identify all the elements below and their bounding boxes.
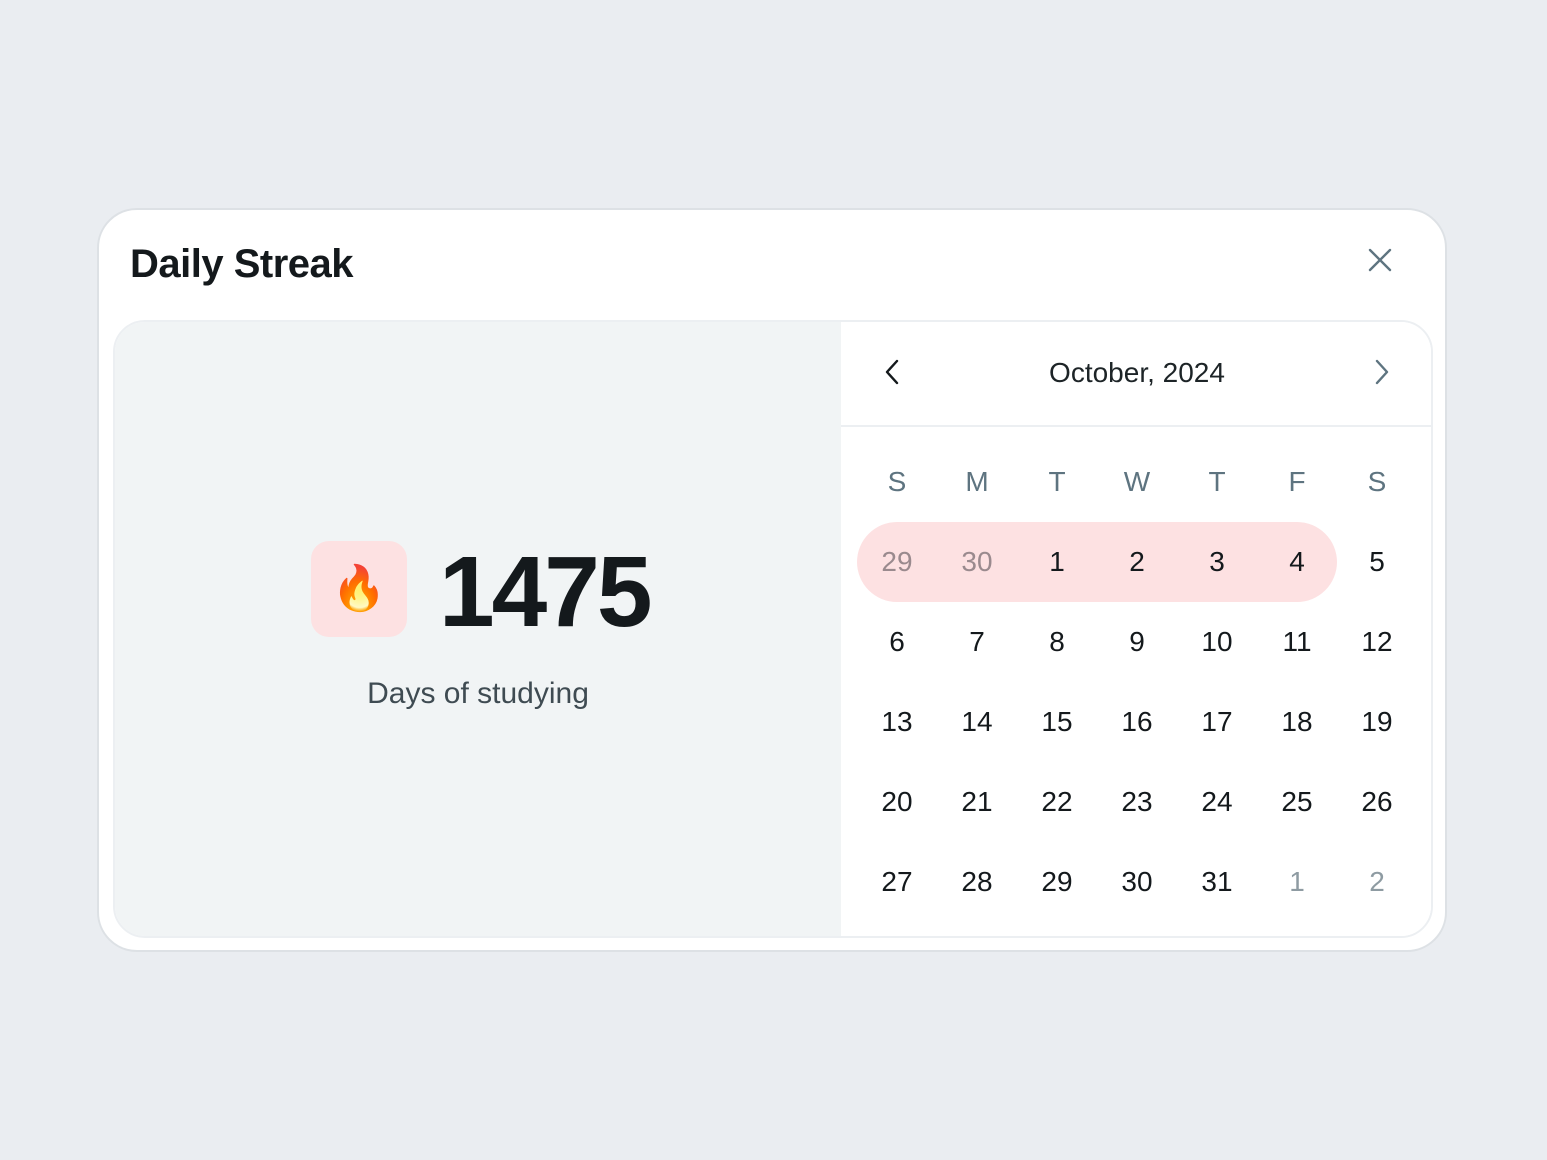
calendar-day[interactable]: 27 bbox=[857, 842, 937, 922]
calendar-day[interactable]: 26 bbox=[1337, 762, 1417, 842]
calendar-day[interactable]: 17 bbox=[1177, 682, 1257, 762]
calendar-day[interactable]: 16 bbox=[1097, 682, 1177, 762]
calendar-day[interactable]: 11 bbox=[1257, 602, 1337, 682]
calendar-day[interactable]: 24 bbox=[1177, 762, 1257, 842]
calendar-day[interactable]: 3 bbox=[1177, 522, 1257, 602]
calendar-day[interactable]: 8 bbox=[1017, 602, 1097, 682]
calendar-day[interactable]: 6 bbox=[857, 602, 937, 682]
modal-title: Daily Streak bbox=[130, 242, 354, 286]
calendar-day[interactable]: 14 bbox=[937, 682, 1017, 762]
weekday-label: M bbox=[965, 466, 989, 497]
weekday-label: S bbox=[887, 466, 907, 497]
calendar-day-outside-month[interactable]: 29 bbox=[857, 522, 937, 602]
calendar-day[interactable]: 4 bbox=[1257, 522, 1337, 602]
weekday-label: W bbox=[1123, 466, 1151, 497]
calendar-day[interactable]: 9 bbox=[1097, 602, 1177, 682]
previous-month-button[interactable] bbox=[872, 352, 912, 392]
close-icon bbox=[1368, 248, 1392, 272]
calendar: October, 2024 SMTWTFS 29 30 1 2 3 4 5 6 7 8 9 10 11 1… bbox=[841, 322, 1431, 936]
calendar-day[interactable]: 12 bbox=[1337, 602, 1417, 682]
calendar-day[interactable]: 20 bbox=[857, 762, 937, 842]
calendar-header: October, 2024 bbox=[841, 322, 1431, 427]
fire-icon: 🔥 bbox=[331, 564, 387, 613]
weekday-label: F bbox=[1288, 466, 1306, 497]
calendar-day[interactable]: 28 bbox=[937, 842, 1017, 922]
weekday-label: S bbox=[1367, 466, 1387, 497]
streak-caption: Days of studying bbox=[367, 677, 589, 710]
month-label: October, 2024 bbox=[1049, 357, 1225, 388]
calendar-day[interactable]: 13 bbox=[857, 682, 937, 762]
fire-icon-badge: 🔥 bbox=[311, 541, 407, 637]
calendar-day[interactable]: 19 bbox=[1337, 682, 1417, 762]
calendar-day[interactable]: 21 bbox=[937, 762, 1017, 842]
chevron-right-icon bbox=[1375, 359, 1389, 385]
chevron-left-icon bbox=[885, 359, 899, 385]
calendar-day[interactable]: 15 bbox=[1017, 682, 1097, 762]
calendar-day[interactable]: 31 bbox=[1177, 842, 1257, 922]
calendar-day[interactable]: 23 bbox=[1097, 762, 1177, 842]
calendar-day[interactable]: 25 bbox=[1257, 762, 1337, 842]
close-button[interactable] bbox=[1360, 240, 1400, 280]
calendar-day[interactable]: 18 bbox=[1257, 682, 1337, 762]
calendar-day[interactable]: 22 bbox=[1017, 762, 1097, 842]
daily-streak-modal: Daily Streak 🔥 1475 Days of studying Oct… bbox=[97, 208, 1447, 952]
calendar-day-outside-month[interactable]: 2 bbox=[1337, 842, 1417, 922]
calendar-day[interactable]: 2 bbox=[1097, 522, 1177, 602]
calendar-day-outside-month[interactable]: 1 bbox=[1257, 842, 1337, 922]
streak-content: 🔥 1475 Days of studying October, 2024 S … bbox=[113, 320, 1433, 938]
next-month-button[interactable] bbox=[1362, 352, 1402, 392]
streak-count: 1475 bbox=[439, 536, 652, 648]
calendar-day-outside-month[interactable]: 30 bbox=[937, 522, 1017, 602]
weekday-label: T bbox=[1048, 466, 1066, 497]
calendar-day[interactable]: 1 bbox=[1017, 522, 1097, 602]
weekday-label: T bbox=[1208, 466, 1226, 497]
calendar-day[interactable]: 10 bbox=[1177, 602, 1257, 682]
calendar-day[interactable]: 7 bbox=[937, 602, 1017, 682]
calendar-day[interactable]: 30 bbox=[1097, 842, 1177, 922]
calendar-day[interactable]: 5 bbox=[1337, 522, 1417, 602]
streak-summary-panel: 🔥 1475 Days of studying bbox=[115, 322, 841, 936]
calendar-day[interactable]: 29 bbox=[1017, 842, 1097, 922]
